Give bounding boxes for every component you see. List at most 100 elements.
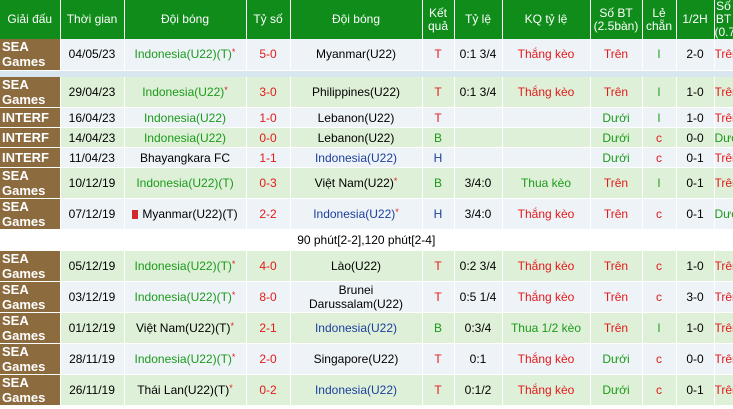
league-cell[interactable]: SEA Games: [0, 374, 61, 406]
home-team-cell[interactable]: Indonesia(U22)*: [124, 76, 247, 108]
home-team-cell[interactable]: Myanmar(U22)(T): [124, 198, 247, 230]
away-team-cell[interactable]: Indonesia(U22): [290, 312, 423, 344]
away-team-cell[interactable]: Lebanon(U22): [290, 127, 423, 148]
score-cell-text: 4-0: [259, 259, 277, 273]
odds-cell-text: 0:1/2: [464, 383, 492, 397]
bt075-cell-text: Trên: [714, 352, 733, 366]
away-team-cell[interactable]: Brunei Darussalam(U22): [290, 281, 423, 313]
odds-cell: 0:1 3/4: [454, 76, 503, 108]
bt25-cell-text: Trên: [603, 207, 629, 221]
league-cell-text: SEA Games: [2, 39, 46, 70]
away-team-cell[interactable]: Singapore(U22): [290, 343, 423, 375]
league-cell[interactable]: SEA Games: [0, 76, 61, 108]
red-card-icon: [132, 210, 139, 219]
table-row[interactable]: INTERF 14/04/23 Indonesia(U22) 0-0 Lebanon(U…: [0, 127, 733, 148]
league-cell[interactable]: INTERF: [0, 107, 61, 128]
away-team-cell[interactable]: Lebanon(U22): [290, 107, 423, 128]
result-cell-text: T: [434, 383, 442, 397]
table-row[interactable]: SEA Games 26/11/19 Thái Lan(U22)(T)* 0-2 Ind…: [0, 374, 733, 406]
table-row[interactable]: SEA Games 07/12/19 Myanmar(U22)(T) 2-2 Indon…: [0, 198, 733, 230]
odd-even-cell: c: [642, 343, 677, 375]
bt075-cell-text: Trên: [714, 259, 733, 273]
score-cell-text: 0-3: [259, 176, 277, 190]
league-cell[interactable]: INTERF: [0, 127, 61, 148]
col-odd-even: Lẻ chẵn: [642, 0, 677, 39]
league-cell[interactable]: SEA Games: [0, 343, 61, 375]
home-team-name: Indonesia(U22)(T): [134, 47, 232, 62]
away-team-cell[interactable]: Indonesia(U22)*: [290, 198, 423, 230]
table-row[interactable]: SEA Games 04/05/23 Indonesia(U22)(T)* 5-0 My…: [0, 39, 733, 71]
odds-result-cell-text: Thắng kèo: [517, 352, 575, 366]
odds-cell: [454, 147, 503, 168]
league-cell[interactable]: SEA Games: [0, 250, 61, 282]
home-team-cell[interactable]: Indonesia(U22): [124, 127, 247, 148]
home-team-name: Việt Nam(U22)(T): [136, 321, 231, 335]
table-row[interactable]: INTERF 11/04/23 Bhayangkara FC 1-1 Indonesia…: [0, 147, 733, 168]
home-team-name: Myanmar(U22)(T): [142, 207, 238, 221]
extra-time-note: 90 phút[2-2],120 phút[2-4]: [0, 229, 733, 251]
odds-cell: 0:1: [454, 343, 503, 375]
half-cell: 0-1: [676, 167, 715, 199]
odds-result-cell: Thắng kèo: [502, 374, 591, 406]
away-team-cell[interactable]: Indonesia(U22): [290, 147, 423, 168]
star-icon: *: [231, 290, 236, 300]
league-cell[interactable]: SEA Games: [0, 281, 61, 313]
odds-cell: 0:1/2: [454, 374, 503, 406]
star-icon: *: [229, 383, 233, 393]
odd-even-cell-text: l: [657, 176, 661, 190]
odd-even-cell-text: c: [656, 259, 662, 273]
table-row[interactable]: SEA Games 28/11/19 Indonesia(U22)(T)* 2-0 Si…: [0, 343, 733, 375]
table-row[interactable]: SEA Games 29/04/23 Indonesia(U22)* 3-0 Phili…: [0, 76, 733, 108]
table-row[interactable]: SEA Games 10/12/19 Indonesia(U22)(T) 0-3 Việ…: [0, 167, 733, 199]
home-team-cell[interactable]: Indonesia(U22)(T)*: [124, 39, 247, 71]
home-team-cell[interactable]: Thái Lan(U22)(T)*: [124, 374, 247, 406]
date-cell: 04/05/23: [60, 39, 125, 71]
league-cell[interactable]: INTERF: [0, 147, 61, 168]
odd-even-cell-text: l: [657, 110, 661, 125]
odd-even-cell-text: c: [656, 207, 662, 221]
date-cell-text: 07/12/19: [68, 207, 116, 221]
bt075-cell: Trên: [714, 39, 733, 71]
league-cell[interactable]: SEA Games: [0, 167, 61, 199]
home-team-cell[interactable]: Indonesia(U22)(T): [124, 167, 247, 199]
bt075-cell: Dưới: [714, 198, 733, 230]
home-team-cell[interactable]: Việt Nam(U22)(T)*: [124, 312, 247, 344]
table-row[interactable]: SEA Games 03/12/19 Indonesia(U22)(T)* 8-0 Br…: [0, 281, 733, 313]
score-cell-text: 0-0: [259, 130, 277, 145]
table-row[interactable]: SEA Games 01/12/19 Việt Nam(U22)(T)* 2-1 Ind…: [0, 312, 733, 344]
star-icon: *: [393, 176, 398, 186]
away-team-cell[interactable]: Philippines(U22): [290, 76, 423, 108]
league-cell[interactable]: SEA Games: [0, 198, 61, 230]
odd-even-cell: c: [642, 147, 677, 168]
away-team-cell[interactable]: Việt Nam(U22)*: [290, 167, 423, 199]
odds-cell: 0:5 1/4: [454, 281, 503, 313]
table-row[interactable]: INTERF 16/04/23 Indonesia(U22) 1-0 Lebanon(U…: [0, 107, 733, 128]
odd-even-cell: l: [642, 167, 677, 199]
home-team-cell[interactable]: Bhayangkara FC: [124, 147, 247, 168]
odd-even-cell: l: [642, 312, 677, 344]
table-row[interactable]: SEA Games 05/12/19 Indonesia(U22)(T)* 4-0 Là…: [0, 250, 733, 282]
away-team-cell[interactable]: Myanmar(U22): [290, 39, 423, 71]
away-team-cell[interactable]: Indonesia(U22): [290, 374, 423, 406]
score-cell-text: 8-0: [259, 290, 277, 304]
home-team-cell[interactable]: Indonesia(U22)(T)*: [124, 250, 247, 282]
league-cell[interactable]: SEA Games: [0, 39, 61, 71]
home-team-name: Indonesia(U22)(T): [134, 259, 232, 273]
away-team-cell[interactable]: Lào(U22): [290, 250, 423, 282]
result-cell-text: H: [433, 207, 443, 221]
league-cell-text: INTERF: [2, 130, 49, 145]
half-cell-text: 1-0: [686, 84, 704, 99]
star-icon: *: [231, 352, 236, 362]
odd-even-cell-text: l: [657, 47, 661, 62]
home-team-cell[interactable]: Indonesia(U22)(T)*: [124, 281, 247, 313]
bt25-cell-text: Trên: [603, 47, 629, 62]
half-cell-text: 1-0: [686, 321, 704, 335]
bt25-cell: Dưới: [590, 147, 643, 168]
home-team-cell[interactable]: Indonesia(U22): [124, 107, 247, 128]
score-cell-text: 3-0: [259, 84, 277, 99]
league-cell[interactable]: SEA Games: [0, 312, 61, 344]
home-team-cell[interactable]: Indonesia(U22)(T)*: [124, 343, 247, 375]
header-row: Giải đấu Thời gian Đội bóng Tỷ số Đội bó…: [0, 0, 733, 39]
odds-result-cell: Thắng kèo: [502, 198, 591, 230]
bt25-cell-text: Trên: [603, 321, 629, 335]
